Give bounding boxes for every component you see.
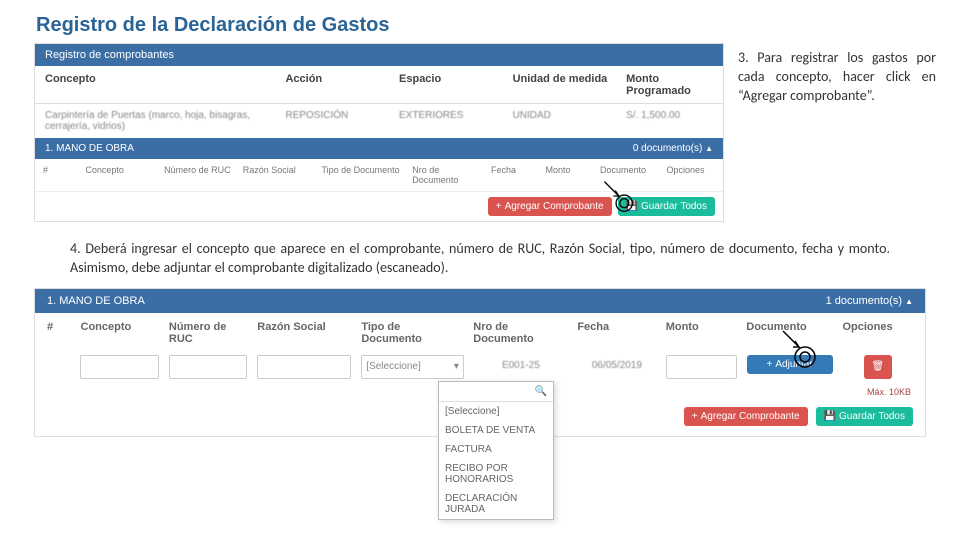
search-icon: 🔍: [535, 386, 547, 397]
dropdown-option[interactable]: RECIBO POR HONORARIOS: [439, 459, 553, 489]
bar-registro-title: Registro de comprobantes: [35, 44, 723, 66]
save-icon: 💾: [824, 411, 836, 422]
cell-monto: S/. 1,500.00: [626, 110, 713, 132]
sh2-fecha: Fecha: [577, 321, 655, 345]
col-espacio: Espacio: [399, 73, 513, 97]
sh-ruc: Número de RUC: [164, 165, 237, 185]
razon-social-input[interactable]: [257, 355, 351, 379]
fecha-value: 06/05/2019: [578, 355, 656, 371]
page-title: Registro de la Declaración de Gastos: [36, 14, 960, 37]
cell-espacio: EXTERIORES: [399, 110, 513, 132]
col-unidad: Unidad de medida: [513, 73, 627, 97]
bar-mano-2[interactable]: 1. MANO DE OBRA 1 documento(s) ▲: [35, 289, 925, 313]
chevron-down-icon: ▾: [454, 361, 459, 372]
sh2-tipo: Tipo de Documento: [361, 321, 463, 345]
table-header: Concepto Acción Espacio Unidad de medida…: [35, 66, 723, 104]
sh-nrodoc: Nro de Documento: [412, 165, 485, 185]
ruc-input[interactable]: [169, 355, 247, 379]
table-row: Carpintería de Puertas (marco, hoja, bis…: [35, 104, 723, 138]
tipo-documento-dropdown[interactable]: 🔍 [Seleccione] BOLETA DE VENTA FACTURA R…: [438, 381, 554, 520]
sh-razon: Razón Social: [243, 165, 316, 185]
sh-monto: Monto: [545, 165, 593, 185]
callout-step-3: 3. Para registrar los gastos por cada co…: [738, 43, 936, 106]
col-concepto: Concepto: [45, 73, 285, 97]
sh2-opciones: Opciones: [842, 321, 913, 345]
plus-icon: +: [767, 359, 773, 370]
sh-tipo: Tipo de Documento: [321, 165, 406, 185]
cell-concepto: Carpintería de Puertas (marco, hoja, bis…: [45, 110, 285, 132]
col-accion: Acción: [285, 73, 399, 97]
agregar-comprobante-button-2[interactable]: +Agregar Comprobante: [684, 407, 808, 426]
dropdown-option[interactable]: BOLETA DE VENTA: [439, 421, 553, 440]
cell-unidad: UNIDAD: [513, 110, 627, 132]
panel-mano-obra-2: 1. MANO DE OBRA 1 documento(s) ▲ # Conce…: [34, 288, 926, 437]
dropdown-search[interactable]: 🔍: [439, 382, 553, 402]
button-row-1: +Agregar Comprobante 💾Guardar Todos: [35, 192, 723, 221]
cell-accion: REPOSICIÓN: [285, 110, 399, 132]
concepto-input[interactable]: [80, 355, 158, 379]
dropdown-option[interactable]: DECLARACIÓN JURADA: [439, 489, 553, 519]
bar-mano-2-label: 1. MANO DE OBRA: [47, 295, 145, 307]
dropdown-option[interactable]: FACTURA: [439, 440, 553, 459]
col-monto: Monto Programado: [626, 73, 713, 97]
docs-count: 0 documento(s) ▲: [633, 143, 713, 154]
panel-registro: Registro de comprobantes Concepto Acción…: [34, 43, 724, 222]
step-4-text: 4. Deberá ingresar el concepto que apare…: [70, 240, 890, 278]
sh2-num: #: [47, 321, 71, 345]
sh2-concepto: Concepto: [81, 321, 159, 345]
bar-mano-label: 1. MANO DE OBRA: [45, 143, 134, 154]
dropdown-option[interactable]: [Seleccione]: [439, 402, 553, 421]
docs-count-2: 1 documento(s) ▲: [826, 295, 913, 307]
plus-icon: +: [496, 201, 502, 212]
trash-icon: 🗑: [871, 361, 884, 372]
agregar-comprobante-button[interactable]: +Agregar Comprobante: [488, 197, 612, 216]
monto-input[interactable]: [666, 355, 737, 379]
sh-fecha: Fecha: [491, 165, 539, 185]
guardar-todos-button-2[interactable]: 💾Guardar Todos: [816, 407, 913, 426]
plus-icon: +: [692, 411, 698, 422]
form-row: [Seleccione]▾ E001-25 06/05/2019 +Adjunt…: [35, 351, 925, 385]
hand-cursor-icon: [777, 329, 817, 369]
chevron-up-icon: ▲: [705, 144, 713, 153]
bar-mano-obra[interactable]: 1. MANO DE OBRA 0 documento(s) ▲: [35, 138, 723, 159]
nro-documento-value: E001-25: [474, 355, 568, 371]
sh2-monto: Monto: [666, 321, 737, 345]
chevron-up-icon: ▲: [905, 297, 913, 306]
hand-cursor-icon: [599, 178, 635, 214]
sh-concepto: Concepto: [85, 165, 158, 185]
sh2-ruc: Número de RUC: [169, 321, 247, 345]
sh2-razon: Razón Social: [257, 321, 351, 345]
delete-row-button[interactable]: 🗑: [864, 355, 892, 379]
tipo-documento-select[interactable]: [Seleccione]▾: [361, 355, 464, 379]
sh-num: #: [43, 165, 79, 185]
sh-opciones: Opciones: [667, 165, 715, 185]
sh2-nrodoc: Nro de Documento: [473, 321, 567, 345]
